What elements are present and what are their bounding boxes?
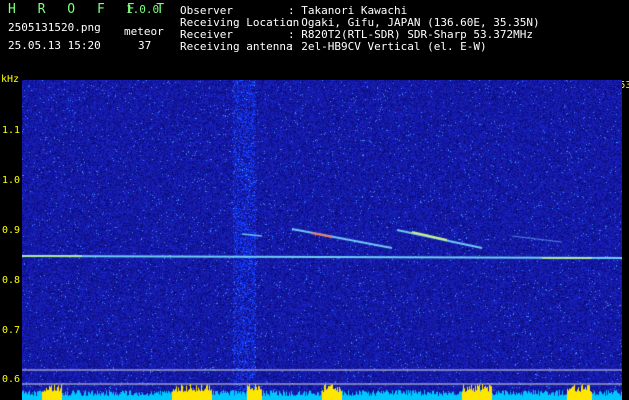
info-label: Receiving antenna	[180, 40, 293, 53]
y-axis-unit: kHz	[1, 74, 20, 85]
y-tick-label: 0.9	[2, 225, 21, 236]
y-tick-label: 1.0	[2, 175, 21, 186]
y-tick-label: 0.7	[2, 325, 21, 336]
info-value: : 2el-HB9CV Vertical (el. E-W)	[288, 40, 487, 53]
file-name: 2505131520.png	[8, 21, 101, 34]
app-version: 1.0.0	[126, 3, 160, 16]
meteor-label: meteor	[124, 25, 164, 38]
file-datetime: 25.05.13 15:20	[8, 39, 101, 52]
meteor-count: 37	[138, 39, 152, 52]
spectrogram	[22, 80, 622, 400]
y-tick-label: 0.6	[2, 374, 21, 385]
header-panel: H R O F F T 1.0.0 2505131520.png 25.05.1…	[0, 0, 629, 72]
y-tick-label: 0.8	[2, 275, 21, 286]
y-tick-label: 1.1	[2, 125, 21, 136]
